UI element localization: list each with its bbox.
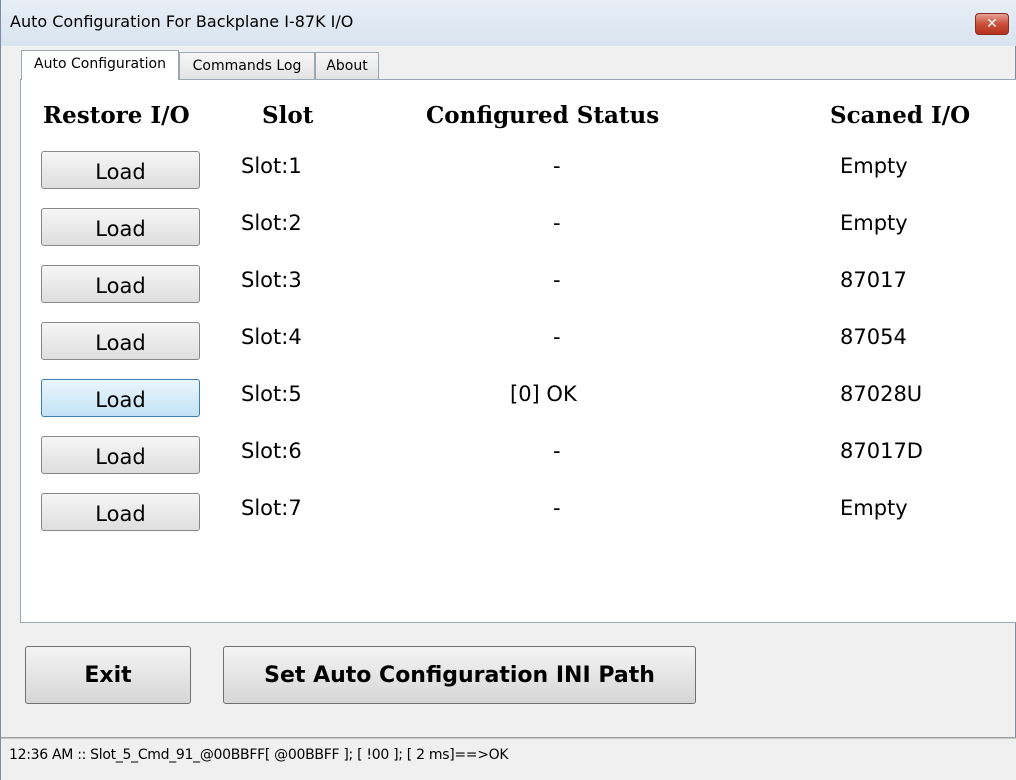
configured-status: - [553,496,561,520]
slot-label: Slot:5 [241,382,302,406]
load-button-slot-5[interactable]: Load [41,379,200,417]
header-scanned-io: Scaned I/O [830,102,971,129]
scanned-io: 87054 [840,325,907,349]
load-button-slot-1[interactable]: Load [41,151,200,189]
slot-label: Slot:3 [241,268,302,292]
scanned-io: 87017D [840,439,923,463]
slot-label: Slot:7 [241,496,302,520]
load-button-slot-4[interactable]: Load [41,322,200,360]
configured-status: - [553,211,561,235]
tab-about[interactable]: About [315,52,379,79]
exit-button[interactable]: Exit [25,646,191,704]
status-message: 12:36 AM :: Slot_5_Cmd_91_@00BBFF[ @00BB… [9,747,509,763]
scanned-io: Empty [840,496,908,520]
header-slot: Slot [262,102,314,129]
header-restore-io: Restore I/O [43,102,190,129]
title-bar[interactable]: Auto Configuration For Backplane I-87K I… [1,0,1016,46]
slot-label: Slot:1 [241,154,302,178]
slot-row-3: Load Slot:3 - 87017 [21,265,1016,309]
set-ini-path-button[interactable]: Set Auto Configuration INI Path [223,646,696,704]
close-button[interactable]: ✕ [975,13,1009,35]
status-bar: 12:36 AM :: Slot_5_Cmd_91_@00BBFF[ @00BB… [1,738,1016,780]
slot-row-5: Load Slot:5 [0] OK 87028U [21,379,1016,423]
load-button-slot-3[interactable]: Load [41,265,200,303]
tab-auto-configuration[interactable]: Auto Configuration [21,50,179,80]
slot-row-1: Load Slot:1 - Empty [21,151,1016,195]
app-window: Auto Configuration For Backplane I-87K I… [0,0,1016,780]
configured-status: - [553,154,561,178]
slot-row-4: Load Slot:4 - 87054 [21,322,1016,366]
window-title: Auto Configuration For Backplane I-87K I… [10,12,354,31]
scanned-io: 87017 [840,268,907,292]
load-button-slot-2[interactable]: Load [41,208,200,246]
slot-row-6: Load Slot:6 - 87017D [21,436,1016,480]
configured-status: - [553,439,561,463]
slot-row-2: Load Slot:2 - Empty [21,208,1016,252]
close-icon: ✕ [986,16,998,32]
header-configured-status: Configured Status [426,102,660,129]
scanned-io: Empty [840,154,908,178]
slot-label: Slot:2 [241,211,302,235]
slot-row-7: Load Slot:7 - Empty [21,493,1016,537]
configured-status: - [553,325,561,349]
load-button-slot-7[interactable]: Load [41,493,200,531]
auto-configuration-panel: Restore I/O Slot Configured Status Scane… [20,79,1016,623]
scanned-io: 87028U [840,382,923,406]
slot-label: Slot:4 [241,325,302,349]
slot-label: Slot:6 [241,439,302,463]
configured-status: - [553,268,561,292]
configured-status: [0] OK [510,382,577,406]
load-button-slot-6[interactable]: Load [41,436,200,474]
tab-commands-log[interactable]: Commands Log [179,52,315,79]
scanned-io: Empty [840,211,908,235]
